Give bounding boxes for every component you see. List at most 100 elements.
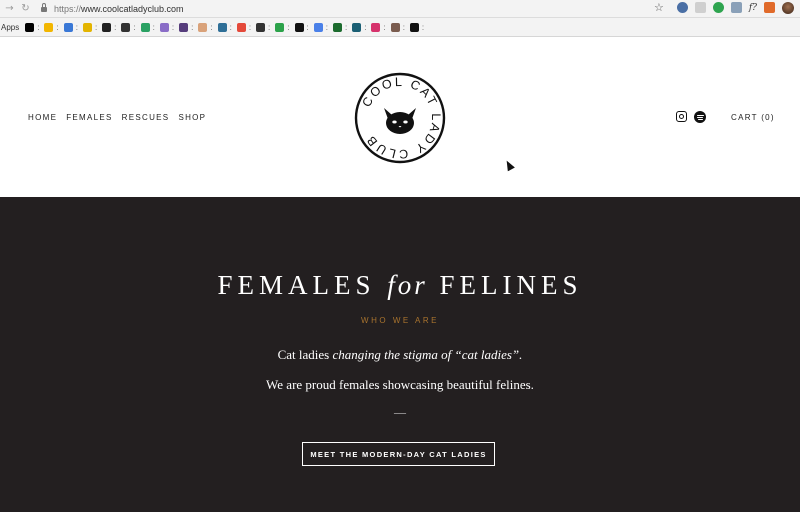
bookmark-separator: : bbox=[152, 22, 155, 32]
club-logo[interactable]: COOL CAT LADY CLUB bbox=[354, 72, 446, 164]
bookmark-item[interactable]: : bbox=[179, 22, 194, 32]
hero-line-2: We are proud females showcasing beautifu… bbox=[266, 377, 534, 392]
bookmark-item[interactable]: : bbox=[256, 22, 271, 32]
bootstrap-icon bbox=[179, 22, 189, 32]
extension-icon-2[interactable] bbox=[694, 2, 706, 13]
bookmark-item[interactable]: : bbox=[313, 22, 328, 32]
hero-section: FEMALES for FELINES WHO WE ARE Cat ladie… bbox=[0, 197, 800, 512]
yellow-bookmark-icon bbox=[44, 22, 54, 32]
bookmark-separator: : bbox=[248, 22, 252, 32]
social-links bbox=[676, 111, 706, 123]
calendar-icon bbox=[63, 22, 73, 32]
bookmark-separator: : bbox=[94, 22, 98, 32]
pink-circle-icon bbox=[371, 22, 381, 32]
bookmark-item[interactable]: : bbox=[390, 22, 405, 32]
bookmark-item[interactable]: : bbox=[294, 22, 309, 32]
hero-title: FEMALES for FELINES bbox=[0, 270, 800, 301]
bookmark-item[interactable]: : bbox=[102, 22, 117, 32]
bookmark-separator: : bbox=[75, 22, 78, 32]
imdb-icon bbox=[82, 22, 92, 32]
extension-icon-1[interactable] bbox=[676, 2, 688, 13]
bookmark-separator: : bbox=[383, 22, 386, 32]
extensions-area: ☆ f? bbox=[654, 1, 794, 14]
figma-icon bbox=[236, 22, 246, 32]
hero-kicker: WHO WE ARE bbox=[361, 316, 439, 325]
nav-rescues[interactable]: RESCUES bbox=[122, 113, 170, 122]
bookmark-separator: : bbox=[421, 22, 425, 32]
bookmark-item[interactable]: : bbox=[409, 22, 425, 32]
lock-icon bbox=[41, 3, 47, 12]
address-bar[interactable]: https://www.coolcatladyclub.com bbox=[54, 4, 184, 14]
bookmark-separator: : bbox=[325, 22, 328, 32]
bookmark-separator: : bbox=[402, 22, 405, 32]
bookmark-item[interactable]: : bbox=[140, 22, 155, 32]
bookmark-separator: : bbox=[344, 22, 348, 32]
cube-icon bbox=[352, 22, 362, 32]
bookmark-list: ::::::::::::::::::::: bbox=[25, 22, 429, 32]
bookmark-item[interactable]: : bbox=[63, 22, 78, 32]
apps-bookmark[interactable]: Apps bbox=[1, 23, 19, 32]
bookmark-separator: : bbox=[37, 22, 40, 32]
bookmark-item[interactable]: : bbox=[159, 22, 175, 32]
bookmark-item[interactable]: : bbox=[275, 22, 290, 32]
github-icon bbox=[409, 22, 419, 32]
medium-icon bbox=[294, 22, 304, 32]
bookmark-separator: : bbox=[287, 22, 290, 32]
back-icon[interactable]: → bbox=[3, 3, 16, 14]
hero-line-1-italic: changing the stigma of “cat ladies”. bbox=[332, 347, 523, 362]
bookmark-separator: : bbox=[229, 22, 232, 32]
bookmark-separator: : bbox=[56, 22, 59, 32]
url-protocol: https:// bbox=[54, 3, 82, 14]
nav-home[interactable]: HOME bbox=[28, 113, 57, 122]
nav-females[interactable]: FEMALES bbox=[66, 113, 112, 122]
meet-cat-ladies-button[interactable]: MEET THE MODERN-DAY CAT LADIES bbox=[302, 442, 495, 466]
bookmark-item[interactable]: : bbox=[121, 22, 136, 32]
bookmark-item[interactable]: : bbox=[236, 22, 252, 32]
bookmark-item[interactable]: : bbox=[332, 22, 348, 32]
bookmarks-bar: Apps ::::::::::::::::::::: bbox=[0, 18, 800, 37]
bookmark-item[interactable]: : bbox=[82, 22, 98, 32]
docs-icon bbox=[313, 22, 323, 32]
bookmark-separator: : bbox=[306, 22, 309, 32]
bookmark-item[interactable]: : bbox=[371, 22, 386, 32]
amazon-icon bbox=[25, 22, 35, 32]
bookmark-item[interactable]: : bbox=[44, 22, 59, 32]
green-bookmark-icon bbox=[140, 22, 150, 32]
bookmark-star-icon[interactable]: ☆ bbox=[654, 1, 664, 14]
tag-icon bbox=[256, 22, 266, 32]
nav-shop[interactable]: SHOP bbox=[178, 113, 206, 122]
extension-icon-3[interactable] bbox=[712, 2, 724, 13]
hero-title-part1: FEMALES bbox=[217, 270, 376, 300]
purple-k-icon bbox=[159, 22, 169, 32]
bookmark-item[interactable]: : bbox=[25, 22, 40, 32]
extension-text-icon[interactable]: f? bbox=[749, 3, 757, 13]
profile-avatar[interactable] bbox=[782, 1, 794, 14]
bookmark-item[interactable]: : bbox=[352, 22, 367, 32]
reload-icon[interactable]: ↻ bbox=[19, 3, 32, 14]
main-nav: HOME FEMALES RESCUES SHOP bbox=[28, 113, 206, 122]
drop-icon bbox=[198, 22, 208, 32]
instagram-icon[interactable] bbox=[676, 111, 687, 122]
bookmark-separator: : bbox=[210, 22, 213, 32]
cat-face-icon bbox=[384, 108, 416, 134]
bookmark-separator: : bbox=[114, 22, 117, 32]
target-icon bbox=[121, 22, 131, 32]
dark-square-icon bbox=[102, 22, 112, 32]
green-h-icon bbox=[275, 22, 285, 32]
url-host: www.coolcatladyclub.com bbox=[81, 3, 184, 14]
spotify-icon[interactable] bbox=[694, 111, 706, 123]
hero-title-italic: for bbox=[387, 270, 428, 300]
extension-icon-4[interactable] bbox=[730, 2, 742, 13]
bookmark-separator: : bbox=[171, 22, 175, 32]
bookmark-separator: : bbox=[191, 22, 194, 32]
cart-link[interactable]: CART (0) bbox=[731, 113, 775, 122]
bookmark-item[interactable]: : bbox=[217, 22, 232, 32]
browser-toolbar: → ↻ https://www.coolcatladyclub.com ☆ f? bbox=[0, 0, 800, 18]
bookmark-item[interactable]: : bbox=[198, 22, 213, 32]
bookmark-separator: : bbox=[268, 22, 271, 32]
brown-circle-icon bbox=[390, 22, 400, 32]
hero-divider: — bbox=[394, 405, 406, 419]
green-square-icon bbox=[332, 22, 342, 32]
bookmark-separator: : bbox=[364, 22, 367, 32]
fox-extension-icon[interactable] bbox=[764, 2, 775, 13]
